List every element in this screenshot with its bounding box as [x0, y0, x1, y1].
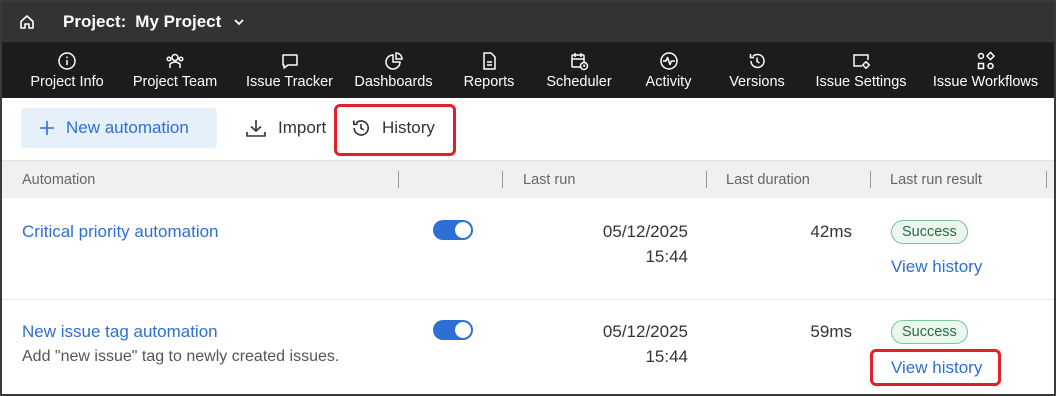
- nav-item-dashboards[interactable]: Dashboards: [354, 42, 433, 98]
- pie-chart-icon: [384, 51, 404, 71]
- plus-icon: [39, 120, 55, 136]
- column-divider[interactable]: [1046, 171, 1047, 188]
- nav-label: Issue Workflows: [932, 73, 1039, 90]
- automation-description: Add "new issue" tag to newly created iss…: [22, 348, 340, 365]
- last-run-date: 05/12/2025: [602, 222, 688, 241]
- nav-item-issue-settings[interactable]: Issue Settings: [783, 42, 939, 98]
- last-run-time: 15:44: [645, 347, 688, 366]
- header-last-run: Last run: [523, 172, 576, 188]
- app-window: Project: My Project Project Info Project…: [0, 0, 1056, 396]
- automation-enabled-toggle[interactable]: [433, 220, 473, 240]
- nav-item-issue-tracker[interactable]: Issue Tracker: [218, 42, 361, 98]
- document-icon: [479, 51, 499, 71]
- nav-label: Project Team: [132, 73, 218, 90]
- history-label: History: [382, 118, 435, 137]
- header-last-run-result: Last run result: [890, 172, 982, 188]
- automation-enabled-toggle[interactable]: [433, 320, 473, 340]
- last-duration-value: 42ms: [810, 222, 852, 241]
- settings-window-icon: [851, 51, 871, 71]
- last-run-value: 05/12/2025 15:44: [603, 219, 688, 269]
- nav-item-project-team[interactable]: Project Team: [132, 42, 218, 98]
- last-duration-value: 59ms: [810, 322, 852, 341]
- workflow-icon: [976, 50, 996, 71]
- header-automation: Automation: [22, 172, 96, 188]
- history-icon: [350, 117, 372, 139]
- pulse-icon: [659, 51, 679, 71]
- project-name: My Project: [135, 12, 222, 31]
- team-icon: [165, 51, 185, 71]
- import-label: Import: [278, 118, 327, 137]
- history-button[interactable]: History: [350, 108, 435, 148]
- table-row: Critical priority automation 05/12/2025 …: [2, 198, 1054, 300]
- history-icon: [747, 51, 767, 71]
- header-last-duration: Last duration: [726, 172, 810, 188]
- home-icon[interactable]: [19, 14, 35, 30]
- column-divider[interactable]: [502, 171, 503, 188]
- nav-item-scheduler[interactable]: Scheduler: [546, 42, 612, 98]
- last-run-value: 05/12/2025 15:44: [603, 319, 688, 369]
- status-badge: Success: [891, 220, 968, 244]
- status-badge: Success: [891, 320, 968, 344]
- toggle-knob: [455, 222, 471, 238]
- nav-label: Reports: [463, 73, 515, 90]
- nav-label: Issue Settings: [815, 73, 907, 90]
- new-automation-button[interactable]: New automation: [21, 108, 217, 148]
- view-history-link[interactable]: View history: [891, 358, 982, 378]
- automation-toolbar: New automation Import History: [2, 98, 1054, 160]
- nav-item-activity[interactable]: Activity: [606, 42, 731, 98]
- table-row: New issue tag automation Add "new issue"…: [2, 300, 1054, 394]
- project-nav: Project Info Project Team Issue Tracker …: [2, 42, 1054, 98]
- calendar-clock-icon: [569, 51, 589, 71]
- new-automation-label: New automation: [66, 118, 189, 137]
- title-bar: Project: My Project: [2, 2, 1054, 42]
- nav-item-versions[interactable]: Versions: [729, 42, 785, 98]
- table-header: Automation Last run Last duration Last r…: [2, 160, 1054, 198]
- chevron-down-icon: [233, 18, 245, 26]
- download-icon: [245, 118, 267, 138]
- toggle-knob: [455, 322, 471, 338]
- last-run-time: 15:44: [645, 247, 688, 266]
- column-divider[interactable]: [706, 171, 707, 188]
- nav-label: Dashboards: [354, 73, 433, 90]
- nav-label: Issue Tracker: [245, 73, 334, 90]
- project-label: Project:: [63, 12, 127, 31]
- nav-label: Versions: [729, 73, 785, 90]
- project-selector[interactable]: Project: My Project: [63, 12, 245, 32]
- import-button[interactable]: Import: [245, 108, 326, 148]
- info-icon: [57, 51, 77, 71]
- automation-name-link[interactable]: Critical priority automation: [22, 222, 219, 242]
- last-run-date: 05/12/2025: [602, 322, 688, 341]
- view-history-link[interactable]: View history: [891, 257, 982, 277]
- nav-item-issue-workflows[interactable]: Issue Workflows: [933, 42, 1038, 98]
- column-divider[interactable]: [870, 171, 871, 188]
- nav-label: Scheduler: [546, 73, 612, 90]
- nav-item-project-info[interactable]: Project Info: [2, 42, 132, 98]
- nav-label: Activity: [645, 73, 692, 90]
- nav-label: Project Info: [30, 73, 104, 90]
- automation-name-link[interactable]: New issue tag automation: [22, 322, 218, 342]
- chat-bubble-icon: [280, 51, 300, 71]
- column-divider[interactable]: [398, 171, 399, 188]
- nav-item-reports[interactable]: Reports: [426, 42, 552, 98]
